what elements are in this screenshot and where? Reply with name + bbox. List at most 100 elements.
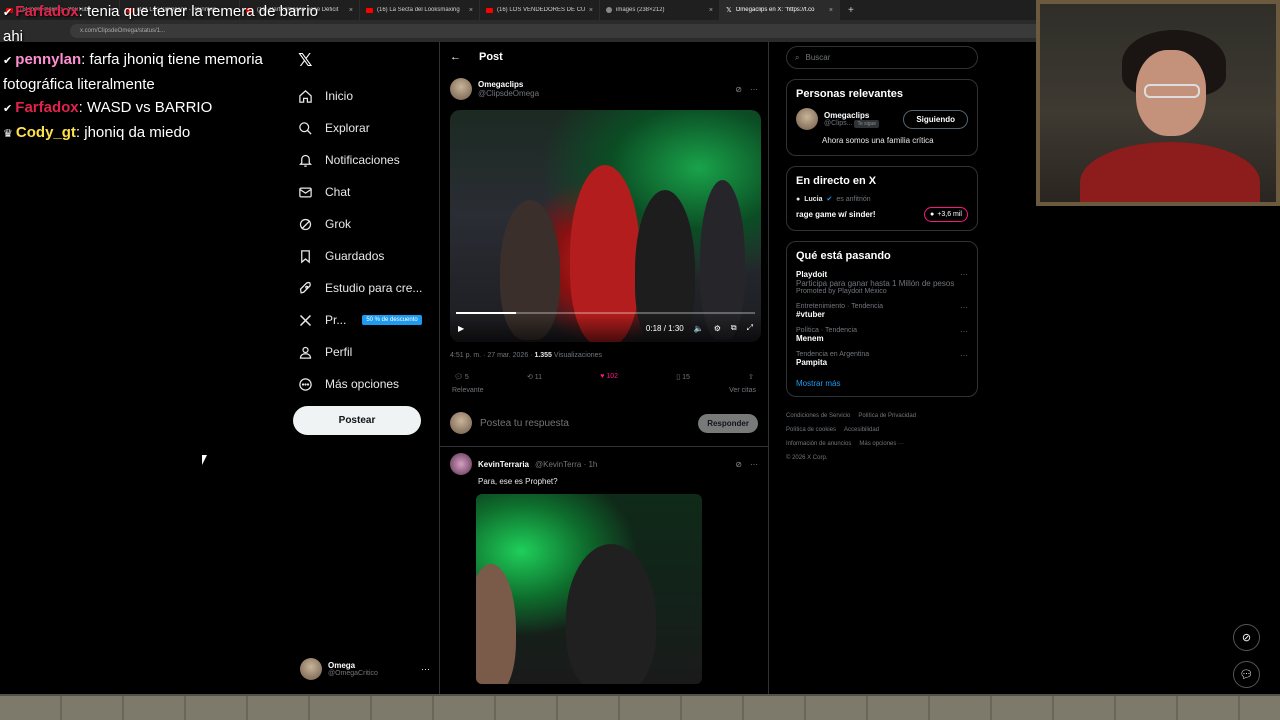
footer-link[interactable]: Política de Privacidad <box>858 413 916 419</box>
video-time: 0:18 / 1:30 <box>645 323 684 333</box>
nav-label: Chat <box>325 185 351 199</box>
follows-you-badge: Te sigue <box>854 120 880 128</box>
webcam-subject <box>1144 84 1200 98</box>
reply-tweet[interactable]: KevinTerraria @KevinTerra · 1h ⊘ ··· Par… <box>440 447 768 690</box>
back-arrow-icon[interactable]: ← <box>450 51 461 63</box>
more-icon[interactable]: ··· <box>960 303 968 312</box>
footer-link[interactable]: Accesibilidad <box>844 427 879 433</box>
nav-item-premium[interactable]: Pr... 50 % de descuento <box>298 304 438 336</box>
volume-icon[interactable]: 🔈 <box>694 324 704 333</box>
chat-message: ♛ Cody_gt: jhoniq da miedo <box>3 121 323 146</box>
footer-link[interactable]: Política de cookies <box>786 427 836 433</box>
new-tab-icon[interactable]: + <box>840 5 862 16</box>
trend-item[interactable]: Entretenimiento · Tendencia #vtuber ··· <box>796 303 968 319</box>
reply-image[interactable] <box>476 494 702 684</box>
footer-link[interactable]: Condiciones de Servicio <box>786 413 850 419</box>
account-switcher[interactable]: Omega @OmegaCritico ··· <box>300 658 430 680</box>
nav-item-bookmarks[interactable]: Guardados <box>298 240 438 272</box>
reply-count: 5 <box>464 374 469 381</box>
more-icon[interactable]: ··· <box>960 327 968 336</box>
repost-action[interactable]: ⟲ 11 <box>527 373 542 381</box>
avatar[interactable] <box>796 108 818 130</box>
like-action[interactable]: ♥ 102 <box>600 373 618 381</box>
following-button[interactable]: Siguiendo <box>903 109 968 129</box>
x-icon: 𝕏 <box>726 7 732 14</box>
reply-button[interactable]: Responder <box>698 413 758 433</box>
trend-item[interactable]: Playdoit Participa para ganar hasta 1 Mi… <box>796 270 968 295</box>
grok-icon[interactable]: ⊘ <box>735 460 742 469</box>
grok-icon[interactable]: ⊘ <box>735 85 742 94</box>
chat-username: Cody_gt <box>15 124 76 141</box>
more-icon[interactable]: ··· <box>750 460 758 469</box>
trend-item[interactable]: Tendencia en Argentina Pampita ··· <box>796 351 968 367</box>
play-icon[interactable]: ▶ <box>458 324 464 333</box>
verified-icon: ✔ <box>826 196 833 203</box>
webcam-overlay <box>1036 0 1280 206</box>
grok-icon[interactable]: ⊘ <box>1233 624 1260 651</box>
browser-tab[interactable]: (16) La Secta del Looksmaxing × <box>360 0 480 20</box>
more-icon[interactable]: ··· <box>960 351 968 360</box>
reply-input[interactable] <box>480 417 691 429</box>
bookmark-count: 15 <box>682 374 690 381</box>
video-player[interactable]: ▶ 0:18 / 1:30 🔈 ⚙ ⧉ ⤢ <box>450 110 761 342</box>
grok-icon <box>299 218 312 230</box>
browser-tab[interactable]: images (238×212) × <box>600 0 720 20</box>
mail-icon <box>299 187 312 197</box>
chat-username: Farfadox <box>15 3 79 20</box>
live-card[interactable]: En directo en X ● Lucia ✔ es anfitrión rage… <box>786 166 978 231</box>
reply-action[interactable]: 💬︎ 5 <box>454 373 469 381</box>
nav-item-profile[interactable]: Perfil <box>298 336 438 368</box>
footer-link[interactable]: Información de anuncios <box>786 441 851 447</box>
trend-category: Tendencia en Argentina <box>796 351 870 358</box>
browser-tab-active[interactable]: 𝕏 Omegaclips en X: "https://t.co × <box>720 0 840 20</box>
show-more-link[interactable]: Mostrar más <box>796 379 968 388</box>
badge-icon: ✔ <box>3 55 16 67</box>
sort-dropdown[interactable]: Relevante <box>452 387 484 394</box>
close-icon[interactable]: × <box>589 7 593 14</box>
more-icon[interactable]: ··· <box>750 85 758 94</box>
avatar[interactable] <box>450 78 472 100</box>
trend-item[interactable]: Política · Tendencia Menem ··· <box>796 327 968 343</box>
fullscreen-icon[interactable]: ⤢ <box>747 323 753 333</box>
chat-text: : WASD vs BARRIO <box>78 99 213 116</box>
tweet-author-handle[interactable]: @ClipsdeOmega <box>478 89 539 98</box>
chat-text: : jhoniq da miedo <box>75 124 191 141</box>
avatar[interactable] <box>450 453 472 475</box>
nav-item-more[interactable]: Más opciones <box>298 368 438 400</box>
pip-icon[interactable]: ⧉ <box>731 323 737 333</box>
nav-item-grok[interactable]: Grok <box>298 208 438 240</box>
share-icon[interactable]: ⇧ <box>748 373 754 381</box>
settings-icon[interactable]: ⚙ <box>714 324 721 333</box>
close-icon[interactable]: × <box>829 7 833 14</box>
search-input[interactable]: ⌕ Buscar <box>786 46 978 69</box>
nav-item-notifications[interactable]: Notificaciones <box>298 144 438 176</box>
reply-author-handle[interactable]: @KevinTerra · 1h <box>535 460 597 469</box>
trend-promo: Promoted by Playdoit México <box>796 288 887 295</box>
footer-link[interactable]: Más opciones ··· <box>859 441 904 447</box>
video-controls: ▶ 0:18 / 1:30 🔈 ⚙ ⧉ ⤢ <box>450 314 761 342</box>
bookmark-action[interactable]: ▯ 15 <box>676 373 690 381</box>
close-icon[interactable]: × <box>469 7 473 14</box>
close-icon[interactable]: × <box>349 7 353 14</box>
tweet-author-name[interactable]: Omegaclips <box>478 80 539 89</box>
youtube-icon <box>486 7 493 13</box>
close-icon[interactable]: × <box>709 7 713 14</box>
more-icon[interactable]: ··· <box>421 664 430 674</box>
reply-author-name[interactable]: KevinTerraria <box>478 460 529 469</box>
stream-frame-border <box>0 694 1280 720</box>
image-subject <box>566 544 656 684</box>
more-icon[interactable]: ··· <box>960 270 968 279</box>
tweet-timestamp[interactable]: 4:51 p. m. · 27 mar. 2026 · <box>450 352 534 359</box>
messages-icon[interactable]: 💬︎ <box>1233 661 1260 688</box>
nav-item-chat[interactable]: Chat <box>298 176 438 208</box>
post-button[interactable]: Postear <box>293 406 421 435</box>
youtube-icon <box>366 7 373 13</box>
browser-tab[interactable]: (16) LOS VENDEDORES DE CUR × <box>480 0 600 20</box>
relevant-name[interactable]: Omegaclips <box>824 111 879 120</box>
view-quotes-link[interactable]: Ver citas <box>729 387 756 394</box>
nav-item-creator-studio[interactable]: Estudio para cre... <box>298 272 438 304</box>
relevant-handle: @Clips... <box>824 120 853 127</box>
nav-label: Más opciones <box>325 377 400 391</box>
chat-username: pennylan <box>15 51 82 68</box>
nav-label: Notificaciones <box>325 153 400 167</box>
